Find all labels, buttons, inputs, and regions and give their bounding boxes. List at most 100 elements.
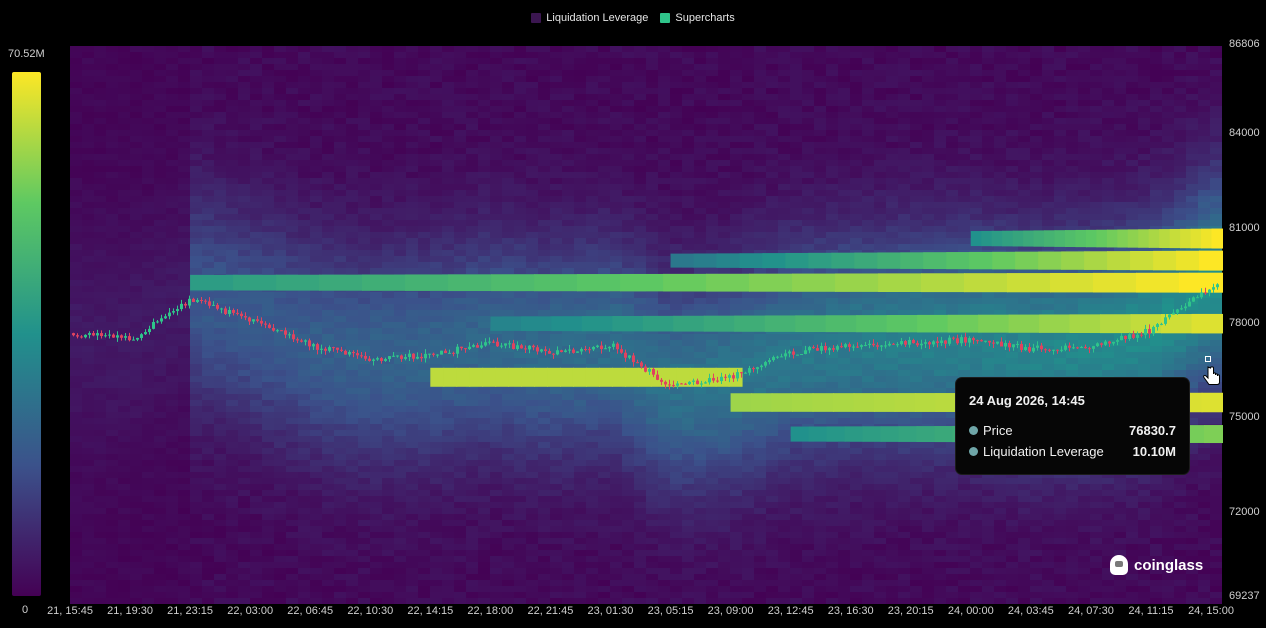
heatmap-cell xyxy=(346,520,358,526)
heatmap-cell xyxy=(682,400,694,406)
heatmap-cell xyxy=(658,550,670,556)
heatmap-cell xyxy=(118,466,130,472)
heatmap-cell xyxy=(358,70,370,76)
heatmap-cell xyxy=(118,154,130,160)
heatmap-cell xyxy=(658,94,670,100)
heatmap-cell xyxy=(274,550,286,556)
heatmap-cell xyxy=(190,352,202,358)
heatmap-cell xyxy=(286,208,298,214)
heatmap-cell xyxy=(94,142,106,148)
heatmap-cell xyxy=(382,436,394,442)
heatmap-cell xyxy=(682,136,694,142)
heatmap-cell xyxy=(394,88,406,94)
heatmap-cell xyxy=(466,466,478,472)
heatmap-cell xyxy=(526,436,538,442)
heatmap-cell xyxy=(586,586,598,592)
heatmap-cell xyxy=(250,382,262,388)
heatmap-cell xyxy=(310,178,322,184)
heatmap-cell xyxy=(82,304,94,310)
liquidation-heatmap[interactable] xyxy=(0,0,1266,628)
heatmap-cell xyxy=(82,76,94,82)
heatmap-cell xyxy=(154,454,166,460)
heatmap-cell xyxy=(130,82,142,88)
heatmap-cell xyxy=(394,370,406,376)
heatmap-cell xyxy=(526,88,538,94)
heatmap-cell xyxy=(442,562,454,568)
heatmap-cell xyxy=(106,592,118,598)
heatmap-cell xyxy=(550,208,562,214)
heatmap-cell xyxy=(358,448,370,454)
heatmap-cell xyxy=(250,430,262,436)
heatmap-cell xyxy=(214,166,226,172)
heatmap-cell xyxy=(574,184,586,190)
heatmap-cell xyxy=(250,130,262,136)
heatmap-cell xyxy=(298,532,310,538)
heatmap-cell xyxy=(682,268,694,274)
heatmap-cell xyxy=(94,304,106,310)
heatmap-cell xyxy=(322,562,334,568)
heatmap-cell xyxy=(82,178,94,184)
heatmap-cell xyxy=(490,454,502,460)
heatmap-cell xyxy=(190,460,202,466)
heatmap-cell xyxy=(502,190,514,196)
heatmap-cell xyxy=(106,532,118,538)
heatmap-cell xyxy=(670,448,682,454)
heatmap-cell xyxy=(106,52,118,58)
heatmap-cell xyxy=(430,502,442,508)
heatmap-cell xyxy=(370,118,382,124)
heatmap-cell xyxy=(346,262,358,268)
heatmap-cell xyxy=(226,568,238,574)
heatmap-cell xyxy=(514,298,526,304)
heatmap-cell xyxy=(646,568,658,574)
heatmap-cell xyxy=(646,88,658,94)
heatmap-cell xyxy=(430,166,442,172)
heatmap-cell xyxy=(646,94,658,100)
heatmap-cell xyxy=(574,358,586,364)
heatmap-cell xyxy=(370,496,382,502)
heatmap-cell xyxy=(358,76,370,82)
heatmap-cell xyxy=(598,292,610,298)
heatmap-cell xyxy=(310,496,322,502)
heatmap-cell xyxy=(466,508,478,514)
heatmap-cell xyxy=(214,106,226,112)
heatmap-cell xyxy=(118,580,130,586)
heatmap-cell xyxy=(178,520,190,526)
heatmap-cell xyxy=(238,184,250,190)
heatmap-cell xyxy=(322,190,334,196)
heatmap-cell xyxy=(286,466,298,472)
heatmap-cell xyxy=(694,268,706,274)
heatmap-cell xyxy=(550,580,562,586)
heatmap-cell xyxy=(322,322,334,328)
heatmap-cell xyxy=(382,304,394,310)
heatmap-cell xyxy=(298,418,310,424)
heatmap-cell xyxy=(526,508,538,514)
heatmap-cell xyxy=(502,496,514,502)
heatmap-cell xyxy=(394,112,406,118)
heatmap-cell xyxy=(106,64,118,70)
heatmap-cell xyxy=(322,568,334,574)
heatmap-cell xyxy=(82,292,94,298)
heatmap-cell xyxy=(406,70,418,76)
heatmap-cell xyxy=(430,478,442,484)
heatmap-cell xyxy=(334,598,346,604)
heatmap-cell xyxy=(130,448,142,454)
heatmap-cell xyxy=(190,448,202,454)
heatmap-cell xyxy=(430,94,442,100)
heatmap-cell xyxy=(262,196,274,202)
heatmap-cell xyxy=(550,214,562,220)
heatmap-cell xyxy=(574,238,586,244)
heatmap-cell xyxy=(670,94,682,100)
heatmap-cell xyxy=(694,184,706,190)
heatmap-cell xyxy=(238,58,250,64)
heatmap-cell xyxy=(286,538,298,544)
heatmap-cell xyxy=(118,478,130,484)
heatmap-cell xyxy=(562,166,574,172)
heatmap-cell xyxy=(82,346,94,352)
heatmap-cell xyxy=(106,328,118,334)
heatmap-cell xyxy=(658,262,670,268)
heatmap-cell xyxy=(550,100,562,106)
heatmap-cell xyxy=(610,238,622,244)
heatmap-cell xyxy=(226,178,238,184)
heatmap-cell xyxy=(82,136,94,142)
heatmap-cell xyxy=(406,250,418,256)
